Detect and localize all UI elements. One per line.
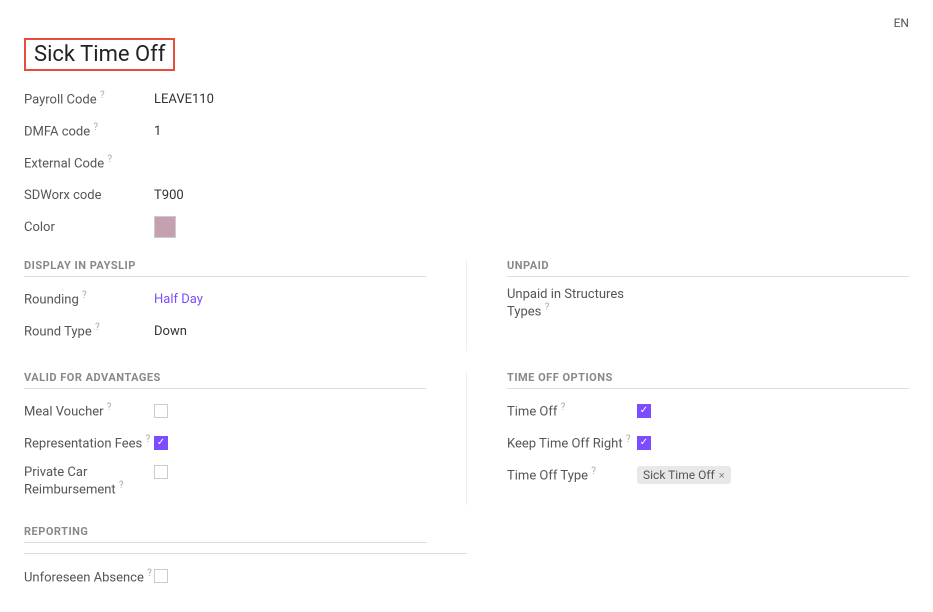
dmfa-code-row: DMFA code ? 1 <box>24 119 909 143</box>
rounding-value: Half Day <box>154 292 203 307</box>
external-code-row: External Code ? <box>24 151 909 175</box>
meal-voucher-label: Meal Voucher ? <box>24 402 154 419</box>
representation-fees-checkbox[interactable] <box>154 436 168 450</box>
private-car-row: Private Car Reimbursement ? <box>24 463 426 497</box>
unpaid-structures-row: Unpaid in Structures Types ? <box>507 287 909 319</box>
unpaid-structures-label: Unpaid in Structures Types ? <box>507 287 637 319</box>
time-off-type-tag-label: Sick Time Off <box>643 468 715 482</box>
dmfa-code-value: 1 <box>154 124 161 139</box>
dmfa-code-label: DMFA code ? <box>24 122 154 139</box>
color-label: Color <box>24 220 154 235</box>
meal-voucher-row: Meal Voucher ? <box>24 399 426 423</box>
payroll-code-label: Payroll Code ? <box>24 90 154 107</box>
external-code-label: External Code ? <box>24 154 154 171</box>
round-type-label: Round Type ? <box>24 322 154 339</box>
keep-time-off-right-checkbox[interactable] <box>637 436 651 450</box>
sdworx-code-label: SDWorx code <box>24 188 154 203</box>
time-off-type-label: Time Off Type ? <box>507 466 637 483</box>
time-off-options-section: TIME OFF OPTIONS Time Off ? Keep Time Of… <box>467 371 909 505</box>
page-title: Sick Time Off <box>24 38 175 71</box>
unforeseen-absence-row: Unforeseen Absence ? <box>24 564 909 588</box>
time-off-type-row: Time Off Type ? Sick Time Off × <box>507 463 909 487</box>
rounding-label: Rounding ? <box>24 290 154 307</box>
round-type-row: Round Type ? Down <box>24 319 426 343</box>
payroll-code-row: Payroll Code ? LEAVE110 <box>24 87 909 111</box>
unforeseen-absence-label: Unforeseen Absence ? <box>24 568 154 585</box>
representation-fees-label: Representation Fees ? <box>24 434 154 451</box>
valid-for-advantages-title: VALID FOR ADVANTAGES <box>24 371 426 389</box>
valid-for-advantages-section: VALID FOR ADVANTAGES Meal Voucher ? Repr… <box>24 371 467 505</box>
sdworx-code-value: T900 <box>154 188 184 203</box>
meal-voucher-checkbox[interactable] <box>154 404 168 418</box>
time-off-type-tag-close[interactable]: × <box>719 469 725 482</box>
keep-time-off-right-row: Keep Time Off Right ? <box>507 431 909 455</box>
time-off-checkbox[interactable] <box>637 404 651 418</box>
unforeseen-absence-checkbox[interactable] <box>154 569 168 583</box>
unpaid-section: UNPAID Unpaid in Structures Types ? <box>467 259 909 351</box>
color-swatch[interactable] <box>154 216 176 238</box>
representation-fees-row: Representation Fees ? <box>24 431 426 455</box>
lang-label: EN <box>894 16 909 30</box>
time-off-row: Time Off ? <box>507 399 909 423</box>
color-row: Color <box>24 215 909 239</box>
display-in-payslip-section: DISPLAY IN PAYSLIP Rounding ? Half Day R… <box>24 259 467 351</box>
time-off-label: Time Off ? <box>507 402 637 419</box>
time-off-type-tag[interactable]: Sick Time Off × <box>637 466 731 484</box>
display-in-payslip-title: DISPLAY IN PAYSLIP <box>24 259 426 277</box>
rounding-row: Rounding ? Half Day <box>24 287 426 311</box>
private-car-label: Private Car Reimbursement ? <box>24 463 154 497</box>
reporting-title: REPORTING <box>24 525 427 543</box>
round-type-value: Down <box>154 324 187 339</box>
keep-time-off-right-label: Keep Time Off Right ? <box>507 434 637 451</box>
time-off-options-title: TIME OFF OPTIONS <box>507 371 909 389</box>
unpaid-title: UNPAID <box>507 259 909 277</box>
sdworx-code-row: SDWorx code T900 <box>24 183 909 207</box>
private-car-checkbox[interactable] <box>154 465 168 479</box>
payroll-code-value: LEAVE110 <box>154 92 214 107</box>
